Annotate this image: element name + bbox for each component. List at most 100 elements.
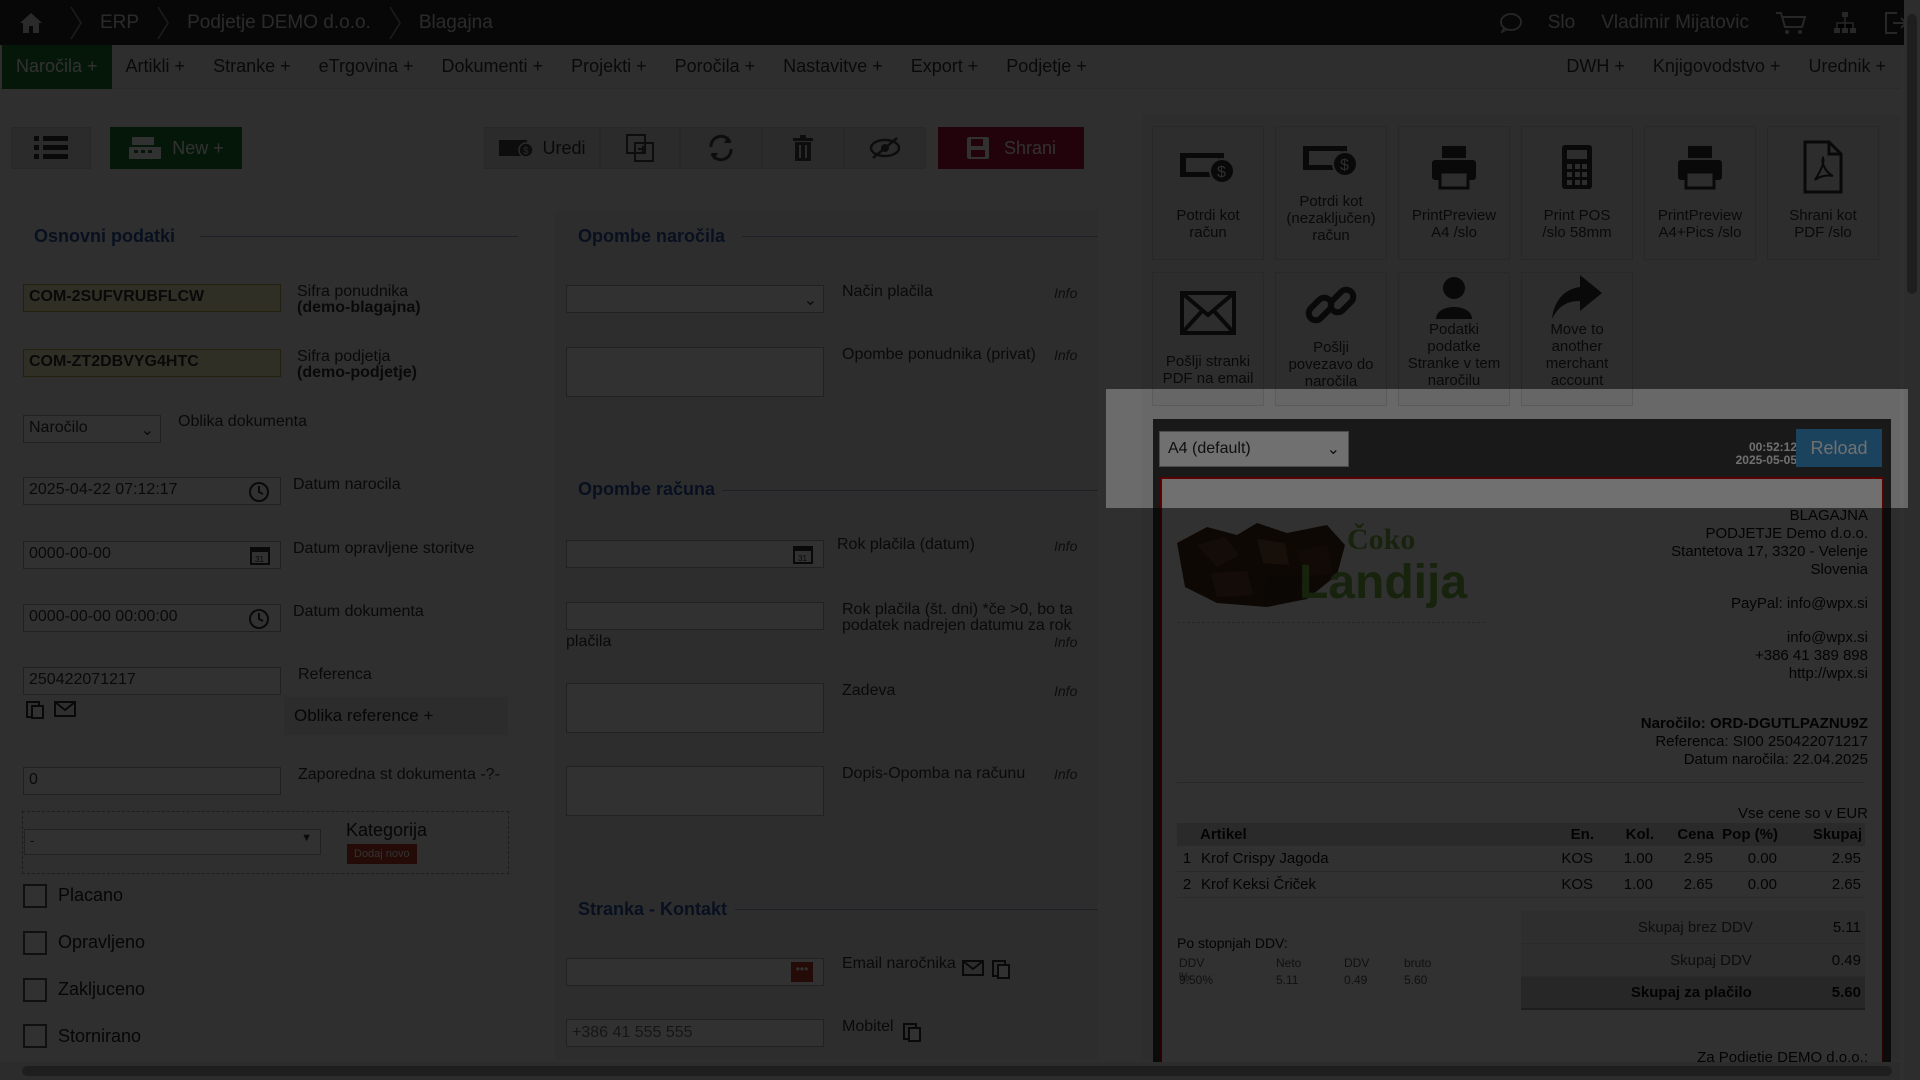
- format-select[interactable]: A4 (default) ⌄: [1159, 431, 1349, 467]
- save-pdf-tile[interactable]: Shrani kot PDF /slo: [1767, 126, 1879, 260]
- delete-button[interactable]: [762, 127, 844, 169]
- due-days-label-a: Rok plačila (št. dni) *če >0, bo ta: [842, 601, 1073, 618]
- envelope-icon[interactable]: [962, 960, 984, 976]
- order-date-field[interactable]: 2025-04-22 07:12:17: [23, 477, 281, 505]
- menu-accounting[interactable]: Knjigovodstvo +: [1639, 45, 1795, 89]
- info-link[interactable]: Info: [1054, 347, 1077, 363]
- clipboard-icon[interactable]: [25, 699, 45, 719]
- calendar-icon[interactable]: 31: [250, 545, 270, 565]
- reference-field[interactable]: 250422071217: [23, 667, 281, 695]
- send-pdf-email-tile[interactable]: Pošlji stranki PDF na email: [1152, 272, 1264, 406]
- print-a4-tile[interactable]: PrintPreview A4 /slo: [1398, 126, 1510, 260]
- add-category-button[interactable]: Dodaj novo: [347, 844, 417, 864]
- list-button[interactable]: [11, 127, 91, 169]
- language-selector[interactable]: Slo: [1535, 0, 1588, 45]
- scrollbar-thumb[interactable]: [22, 1066, 1892, 1076]
- table-header-cell: [1177, 823, 1197, 846]
- home-icon[interactable]: [0, 0, 62, 45]
- document-date-field[interactable]: 0000-00-00 00:00:00: [23, 604, 281, 632]
- reference-form-button[interactable]: Oblika reference +: [284, 697, 508, 735]
- letter-note-textarea[interactable]: [566, 766, 824, 816]
- chevron-right-icon: [381, 0, 409, 45]
- info-link[interactable]: Info: [1054, 634, 1077, 650]
- cancelled-checkbox[interactable]: [23, 1024, 47, 1048]
- save-button[interactable]: Shrani: [938, 127, 1084, 169]
- mobile-field[interactable]: [566, 1019, 824, 1047]
- copy-icon: [626, 134, 654, 162]
- category-select[interactable]: - ▼: [24, 829, 321, 855]
- breadcrumb-company[interactable]: Podjetje DEMO d.o.o.: [177, 12, 381, 34]
- clipboard-icon[interactable]: [902, 1021, 922, 1043]
- tile-label: /slo 58mm: [1542, 224, 1612, 241]
- menu-orders[interactable]: Naročila +: [2, 44, 112, 89]
- vertical-scrollbar[interactable]: [1904, 0, 1920, 1080]
- reload-button[interactable]: Reload: [1796, 429, 1882, 467]
- hide-button[interactable]: [844, 127, 926, 169]
- menu-company[interactable]: Podjetje +: [992, 45, 1101, 89]
- calendar-icon[interactable]: 31: [793, 544, 813, 564]
- table-header-cell: Kol.: [1625, 826, 1654, 843]
- edit-button[interactable]: $ Uredi: [484, 127, 600, 169]
- service-date-field[interactable]: 0000-00-00 31: [23, 541, 281, 569]
- print-pos-tile[interactable]: Print POS /slo 58mm: [1521, 126, 1633, 260]
- closed-checkbox[interactable]: [23, 978, 47, 1002]
- breadcrumb-cashier[interactable]: Blagajna: [409, 12, 503, 34]
- customer-email-field[interactable]: •••: [566, 958, 824, 986]
- subject-textarea[interactable]: [566, 683, 824, 733]
- due-date-field[interactable]: 31: [566, 540, 824, 568]
- offerer-notes-textarea[interactable]: [566, 347, 824, 397]
- menu-dwh[interactable]: DWH +: [1552, 45, 1639, 89]
- more-icon[interactable]: •••: [791, 962, 813, 982]
- menu-eshop[interactable]: eTrgovina +: [305, 45, 428, 89]
- done-checkbox[interactable]: [23, 931, 47, 955]
- confirm-unclosed-tile[interactable]: $ Potrdi kot (nezaključen) račun: [1275, 126, 1387, 260]
- customer-data-tile[interactable]: Podatki podatke Stranke v tem naročilu: [1398, 272, 1510, 406]
- horizontal-scrollbar[interactable]: [0, 1062, 1900, 1080]
- table-row: 1 Krof Crispy Jagoda KOS 1.00 2.95 0.00 …: [1177, 846, 1865, 872]
- table-cell: 1: [1182, 850, 1192, 867]
- confirm-invoice-tile[interactable]: $ Potrdi kot račun: [1152, 126, 1264, 260]
- total-value: 5.60: [1831, 984, 1861, 1001]
- menu-editor[interactable]: Urednik +: [1794, 45, 1900, 89]
- vat-value: 5.60: [1404, 973, 1428, 987]
- copy-button[interactable]: [600, 127, 680, 169]
- user-name[interactable]: Vladimir Mijatovic: [1588, 0, 1762, 45]
- breadcrumb-erp[interactable]: ERP: [90, 12, 149, 34]
- envelope-icon[interactable]: [54, 701, 76, 717]
- send-link-tile[interactable]: Pošlji povezavo do naročila: [1275, 272, 1387, 406]
- company-code-field[interactable]: COM-ZT2DBVYG4HTC: [23, 349, 281, 377]
- svg-text:$: $: [1217, 164, 1226, 181]
- paid-checkbox[interactable]: [23, 884, 47, 908]
- menu-articles[interactable]: Artikli +: [112, 45, 200, 89]
- info-link[interactable]: Info: [1054, 683, 1077, 699]
- payment-method-select[interactable]: ⌄: [566, 285, 824, 313]
- print-a4-pics-tile[interactable]: PrintPreview A4+Pics /slo: [1644, 126, 1756, 260]
- due-days-field[interactable]: [566, 602, 824, 630]
- offerer-code-field[interactable]: COM-2SUFVRUBFLCW: [23, 284, 281, 312]
- info-link[interactable]: Info: [1054, 285, 1077, 301]
- clock-icon[interactable]: [248, 481, 270, 503]
- chat-icon[interactable]: [1487, 0, 1535, 45]
- info-link[interactable]: Info: [1054, 538, 1077, 554]
- sequence-number-field[interactable]: 0: [23, 767, 281, 795]
- invoice-order-date: Datum naročila: 22.04.2025: [1683, 751, 1868, 768]
- info-link[interactable]: Info: [1054, 766, 1077, 782]
- toolbar-left: New +: [11, 127, 242, 169]
- document-form-select[interactable]: Naročilo ⌄: [23, 415, 161, 443]
- menu-settings[interactable]: Nastavitve +: [769, 45, 897, 89]
- clock-icon[interactable]: [248, 608, 270, 630]
- total-label: Skupaj za plačilo: [1630, 984, 1752, 1001]
- refresh-button[interactable]: [680, 127, 762, 169]
- cart-icon[interactable]: [1762, 0, 1820, 45]
- menu-export[interactable]: Export +: [897, 45, 993, 89]
- menu-documents[interactable]: Dokumenti +: [428, 45, 558, 89]
- new-button[interactable]: New +: [110, 127, 242, 169]
- menu-customers[interactable]: Stranke +: [199, 45, 305, 89]
- menu-projects[interactable]: Projekti +: [557, 45, 661, 89]
- sitemap-icon[interactable]: [1820, 0, 1870, 45]
- move-merchant-tile[interactable]: Move to another merchant account: [1521, 272, 1633, 406]
- clipboard-icon[interactable]: [991, 958, 1011, 980]
- menu-reports[interactable]: Poročila +: [661, 45, 770, 89]
- company-code-sub: (demo-podjetje): [297, 364, 417, 381]
- scrollbar-thumb[interactable]: [1907, 14, 1917, 294]
